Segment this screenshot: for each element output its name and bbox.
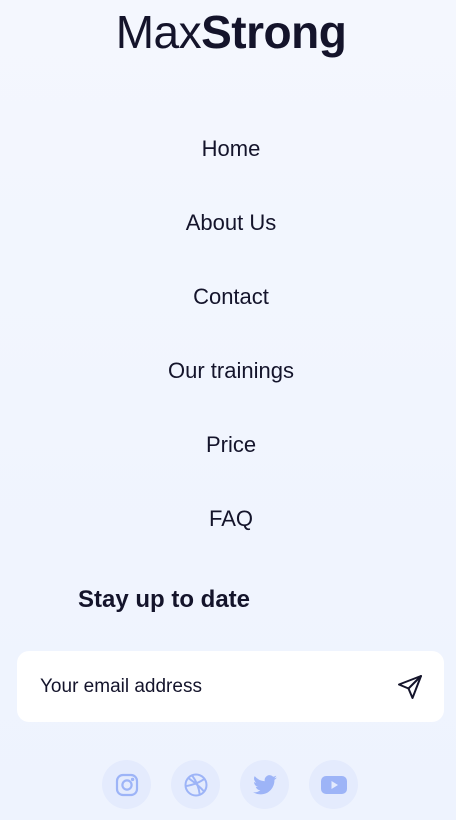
newsletter-title: Stay up to date [78,586,251,613]
nav-item-faq: FAQ [0,482,456,556]
nav-link-faq[interactable]: FAQ [209,506,253,532]
nav-link-price[interactable]: Price [206,432,256,458]
youtube-icon [320,775,347,794]
brand-logo[interactable]: MaxStrong [0,4,456,60]
brand-name-bold: Strong [201,6,347,58]
twitter-button[interactable] [240,760,289,809]
nav-link-trainings[interactable]: Our trainings [168,358,294,384]
instagram-icon [115,773,138,796]
nav-item-trainings: Our trainings [0,334,456,408]
dribbble-icon [184,773,207,796]
nav-link-about[interactable]: About Us [186,210,277,236]
nav-link-home[interactable]: Home [202,136,261,162]
twitter-icon [252,774,277,794]
footer-nav: Home About Us Contact Our trainings Pric… [0,112,456,556]
send-button[interactable] [394,671,426,703]
nav-item-about: About Us [0,186,456,260]
dribbble-button[interactable] [171,760,220,809]
nav-link-contact[interactable]: Contact [193,284,269,310]
nav-item-price: Price [0,408,456,482]
instagram-button[interactable] [102,760,151,809]
newsletter-form [17,651,444,722]
nav-item-home: Home [0,112,456,186]
brand-name-light: Max [115,6,202,58]
nav-item-contact: Contact [0,260,456,334]
social-links [102,760,358,809]
youtube-button[interactable] [309,760,358,809]
email-input[interactable] [40,651,380,722]
send-icon [398,675,422,699]
